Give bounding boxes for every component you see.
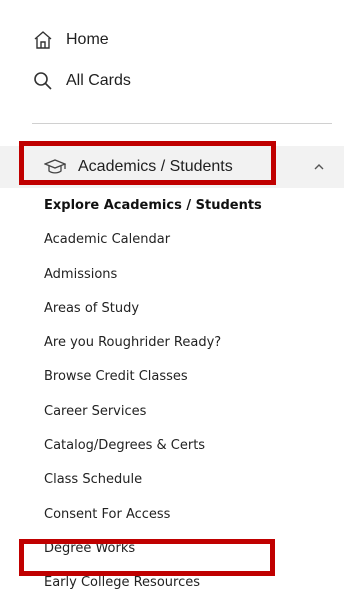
- submenu-item-early-college-resources[interactable]: Early College Resources: [44, 573, 334, 607]
- submenu-item-roughrider-ready[interactable]: Are you Roughrider Ready?: [44, 333, 334, 367]
- submenu-item-admissions[interactable]: Admissions: [44, 265, 334, 299]
- submenu-item-catalog-degrees[interactable]: Catalog/Degrees & Certs: [44, 436, 334, 470]
- submenu-item-consent-for-access[interactable]: Consent For Access: [44, 505, 334, 539]
- home-icon: [32, 29, 54, 51]
- section-academics-label: Academics / Students: [78, 158, 233, 175]
- graduation-cap-icon: [44, 158, 68, 176]
- submenu-item-degree-works[interactable]: Degree Works: [44, 539, 334, 573]
- nav-home[interactable]: Home: [32, 29, 109, 51]
- submenu-item-browse-credit-classes[interactable]: Browse Credit Classes: [44, 367, 334, 401]
- submenu-item-academic-calendar[interactable]: Academic Calendar: [44, 230, 334, 264]
- chevron-up-icon[interactable]: [312, 160, 326, 174]
- submenu-item-areas-of-study[interactable]: Areas of Study: [44, 299, 334, 333]
- submenu-item-class-schedule[interactable]: Class Schedule: [44, 470, 334, 504]
- divider: [32, 123, 332, 124]
- nav-all-cards-label: All Cards: [66, 72, 131, 89]
- nav-home-label: Home: [66, 31, 109, 48]
- submenu-item-career-services[interactable]: Career Services: [44, 402, 334, 436]
- submenu-item-explore[interactable]: Explore Academics / Students: [44, 196, 334, 230]
- search-icon: [32, 70, 54, 92]
- section-academics-submenu: Explore Academics / Students Academic Ca…: [44, 196, 334, 608]
- section-academics-header[interactable]: Academics / Students: [0, 146, 344, 188]
- nav-all-cards[interactable]: All Cards: [32, 70, 131, 92]
